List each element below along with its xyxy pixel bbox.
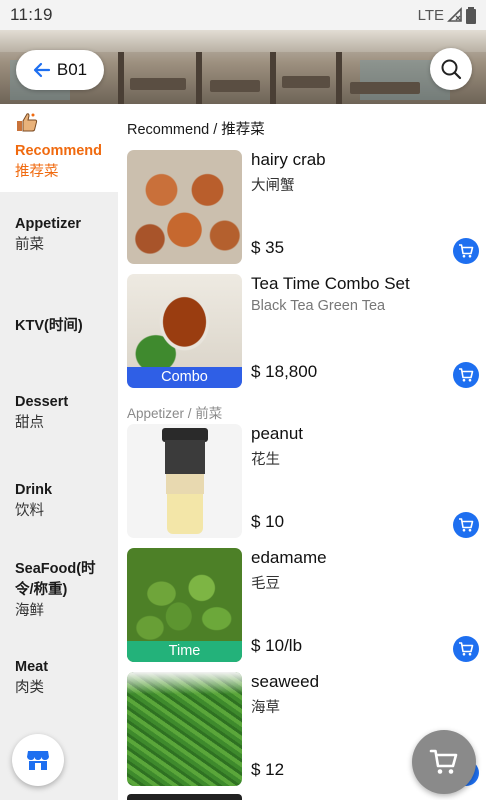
add-to-cart-button[interactable] [453, 362, 479, 388]
dish-image: Combo [127, 274, 242, 388]
dish-card[interactable]: peanut 花生 $ 10 [127, 424, 479, 540]
store-icon [27, 751, 49, 770]
sidebar-item-sublabel: 甜点 [15, 415, 44, 431]
dish-price: $ 12 [251, 760, 285, 779]
dish-image [127, 424, 242, 538]
sidebar-item-label: KTV(时间) [15, 318, 83, 334]
back-button[interactable]: B01 [16, 50, 104, 90]
sidebar-item-drink[interactable]: Drink 饮料 [0, 480, 118, 522]
sidebar-item-ktv[interactable]: KTV(时间) [0, 316, 118, 337]
sidebar-item-dessert[interactable]: Dessert 甜点 [0, 392, 118, 434]
dish-card[interactable]: hairy crab 大闸蟹 $ 35 [127, 150, 479, 266]
section-title-recommend: Recommend / 推荐菜 [127, 122, 265, 138]
section-title-appetizer: Appetizer / 前菜 [127, 406, 223, 421]
dish-image: Time [127, 548, 242, 662]
network-label: LTE [417, 6, 444, 24]
dish-card[interactable]: Combo Tea Time Combo Set Black Tea Green… [127, 274, 479, 390]
table-number: B01 [56, 60, 88, 79]
sidebar-item-appetizer[interactable]: Appetizer 前菜 [0, 214, 118, 256]
signal-icon [447, 7, 462, 22]
sidebar-item-label: Drink [15, 482, 53, 498]
arrow-left-icon [33, 62, 50, 78]
sidebar-item-recommend[interactable]: Recommend 推荐菜 [0, 104, 118, 192]
search-button[interactable] [430, 48, 472, 90]
cart-icon [459, 368, 474, 382]
dish-name: Tea Time Combo Set [251, 274, 410, 293]
cart-icon [429, 749, 458, 774]
combo-tag: Combo [127, 367, 242, 388]
sidebar-item-label: Recommend [15, 143, 103, 159]
sidebar-item-sublabel: 前菜 [15, 237, 44, 253]
dish-image [127, 150, 242, 264]
dish-price: $ 35 [251, 238, 285, 257]
dish-subtitle: 花生 [251, 452, 280, 468]
sidebar-item-label: Meat [15, 659, 49, 675]
category-sidebar: Recommend 推荐菜 Appetizer 前菜 KTV(时间) Desse… [0, 104, 118, 800]
add-to-cart-button[interactable] [453, 512, 479, 538]
cart-icon [459, 642, 474, 656]
cart-icon [459, 518, 474, 532]
sidebar-item-label: SeaFood(时令/称重) [15, 561, 96, 598]
dish-image [127, 672, 242, 786]
sidebar-item-sublabel: 饮料 [15, 503, 44, 519]
sidebar-item-sublabel: 海鲜 [15, 603, 44, 619]
dish-card[interactable]: Time edamame 毛豆 $ 10/lb [127, 548, 479, 664]
cart-button[interactable] [412, 730, 476, 794]
sidebar-item-sublabel: 推荐菜 [15, 164, 59, 180]
sidebar-item-meat[interactable]: Meat 肉类 [0, 657, 118, 699]
dish-name: edamame [251, 548, 327, 567]
search-icon [441, 59, 462, 80]
sidebar-item-label: Dessert [15, 394, 69, 410]
sidebar-item-seafood[interactable]: SeaFood(时令/称重) 海鲜 [0, 559, 106, 622]
status-bar: 11:19 LTE [0, 0, 486, 30]
dish-price: $ 10/lb [251, 636, 303, 655]
dish-price: $ 18,800 [251, 362, 318, 381]
add-to-cart-button[interactable] [453, 238, 479, 264]
dish-subtitle: Black Tea Green Tea [251, 298, 386, 314]
menu-list: Recommend / 推荐菜 hairy crab 大闸蟹 $ 35 Comb… [118, 104, 486, 800]
dish-name: peanut [251, 424, 303, 443]
cart-icon [459, 244, 474, 258]
dish-subtitle: 毛豆 [251, 576, 280, 592]
add-to-cart-button[interactable] [453, 636, 479, 662]
thumbs-up-icon [17, 113, 38, 132]
next-dish-image [127, 794, 242, 800]
sidebar-item-sublabel: 肉类 [15, 680, 44, 696]
dish-subtitle: 大闸蟹 [251, 178, 295, 194]
battery-icon [466, 6, 476, 24]
time-tag: Time [127, 641, 242, 662]
status-indicators: LTE [417, 6, 476, 24]
store-button[interactable] [12, 734, 64, 786]
dish-price: $ 10 [251, 512, 285, 531]
sidebar-item-label: Appetizer [15, 216, 82, 232]
dish-subtitle: 海草 [251, 700, 280, 716]
dish-name: hairy crab [251, 150, 326, 169]
dish-name: seaweed [251, 672, 320, 691]
status-time: 11:19 [10, 5, 53, 24]
